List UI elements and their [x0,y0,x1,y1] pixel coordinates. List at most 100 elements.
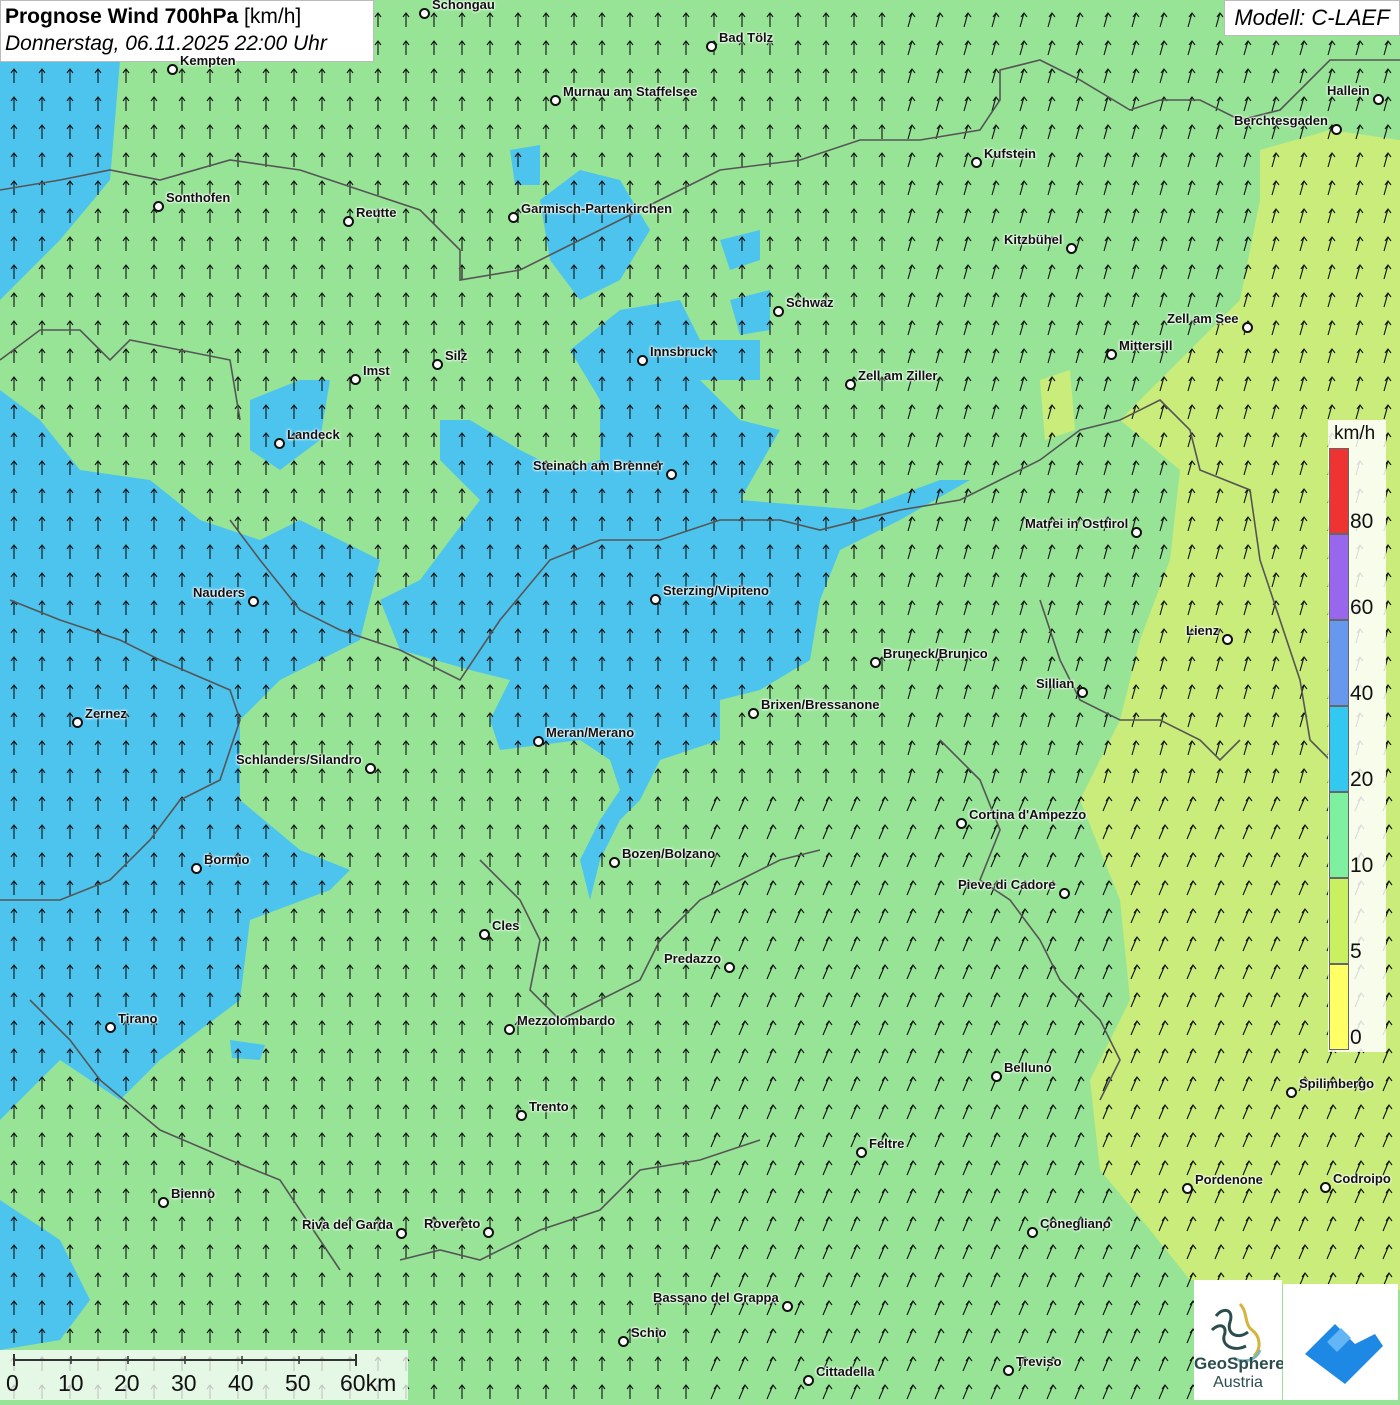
city-marker [650,594,661,605]
legend-color-band [1329,534,1349,620]
city-label: Zernez [85,706,127,721]
scale-label: 20 [114,1370,140,1396]
city-label: Treviso [1016,1354,1062,1369]
zone-20-40-small2 [510,145,540,185]
legend-color-band [1329,620,1349,706]
city-label: Bormio [204,852,250,867]
city-label: Pieve di Cadore [958,877,1056,892]
city-marker [870,657,881,668]
city-marker [1286,1087,1297,1098]
legend-tick-label: 10 [1350,854,1374,877]
title-bold: Prognose Wind 700hPa [5,5,239,28]
city-label: Bozen/Bolzano [622,846,716,861]
legend-unit: km/h [1334,423,1376,444]
city-marker [516,1110,527,1121]
city-marker [153,201,164,212]
city-marker [971,157,982,168]
legend-color-band [1329,706,1349,792]
city-label: Bassano del Grappa [653,1290,779,1305]
geosphere-logo: GeoSphere Austria [1194,1280,1285,1400]
city-marker [666,469,677,480]
legend-color-band [1329,792,1349,878]
city-label: Bad Tölz [719,30,774,45]
city-label: Sonthofen [166,190,231,205]
city-marker [1077,687,1088,698]
city-label: Spilimbergo [1299,1076,1375,1091]
city-label: Belluno [1004,1060,1052,1075]
app-cloud-icon [1305,1324,1383,1384]
city-marker [72,717,83,728]
city-marker [609,857,620,868]
city-label: Kufstein [984,146,1036,161]
city-label: Trento [529,1099,569,1114]
city-label: Bruneck/Brunico [883,646,988,661]
city-marker [1222,634,1233,645]
city-marker [504,1024,515,1035]
city-marker [748,708,759,719]
city-marker [991,1071,1002,1082]
city-label: Zell am See [1167,311,1239,326]
city-marker [343,216,354,227]
legend-color-band [1329,878,1349,964]
city-label: Cortina d'Ampezzo [969,807,1087,822]
scale-label: 10 [58,1370,84,1396]
scale-label: 0 [6,1370,19,1396]
model-label: Modell: C-LAEF [1224,0,1400,36]
city-marker [1059,888,1070,899]
city-label: Schio [631,1325,667,1340]
city-label: Steinach am Brenner [533,458,664,473]
city-label: Pordenone [1195,1172,1263,1187]
scale-label: 50 [285,1370,311,1396]
city-label: Schlanders/Silandro [236,752,362,767]
map-title: Prognose Wind 700hPa [km/h] [5,4,369,30]
city-marker [773,306,784,317]
city-marker [167,64,178,75]
city-label: Nauders [193,585,246,600]
scale-label: 40 [228,1370,254,1396]
legend-tick-label: 40 [1350,682,1374,705]
city-marker [1066,243,1077,254]
legend: km/h 0 5 10 20 40 60 80 [1328,420,1386,1052]
city-marker [724,962,735,973]
city-label: Meran/Merano [546,725,635,740]
city-marker [1106,349,1117,360]
city-marker [508,212,519,223]
city-marker [706,41,717,52]
city-label: Predazzo [664,951,722,966]
scale-bar: 0 10 20 30 40 50 60km [0,1350,408,1400]
city-label: Sillian [1036,676,1075,691]
city-marker [803,1375,814,1386]
legend-color-band [1329,964,1349,1050]
legend-tick-label: 0 [1350,1026,1362,1049]
city-label: Mezzolombardo [517,1013,616,1028]
city-label: Hallein [1327,83,1370,98]
scale-label: 60km [340,1370,397,1396]
city-marker [845,379,856,390]
geosphere-name: GeoSphere [1194,1354,1285,1373]
city-marker [350,374,361,385]
city-label: Reutte [356,205,397,220]
city-marker [1242,322,1253,333]
city-label: Cittadella [816,1364,875,1379]
city-label: Codroipo [1333,1171,1391,1186]
city-label: Cles [492,918,520,933]
city-marker [1331,124,1342,135]
city-marker [1182,1183,1193,1194]
city-label: Bienno [171,1186,216,1201]
scale-label: 30 [171,1370,197,1396]
city-marker [479,929,490,940]
city-marker [1131,527,1142,538]
city-label: Silz [445,348,468,363]
city-marker [1003,1365,1014,1376]
city-label: Lienz [1186,623,1220,638]
zone-5-10-patch [1040,370,1075,440]
city-label: Feltre [869,1136,905,1151]
city-label: Murnau am Staffelsee [563,84,698,99]
legend-color-band [1329,448,1349,534]
city-marker [432,359,443,370]
city-marker [191,863,202,874]
legend-tick-label: 60 [1350,596,1374,619]
legend-tick-label: 80 [1350,510,1374,533]
city-label: Rovereto [424,1216,481,1231]
city-marker [856,1147,867,1158]
